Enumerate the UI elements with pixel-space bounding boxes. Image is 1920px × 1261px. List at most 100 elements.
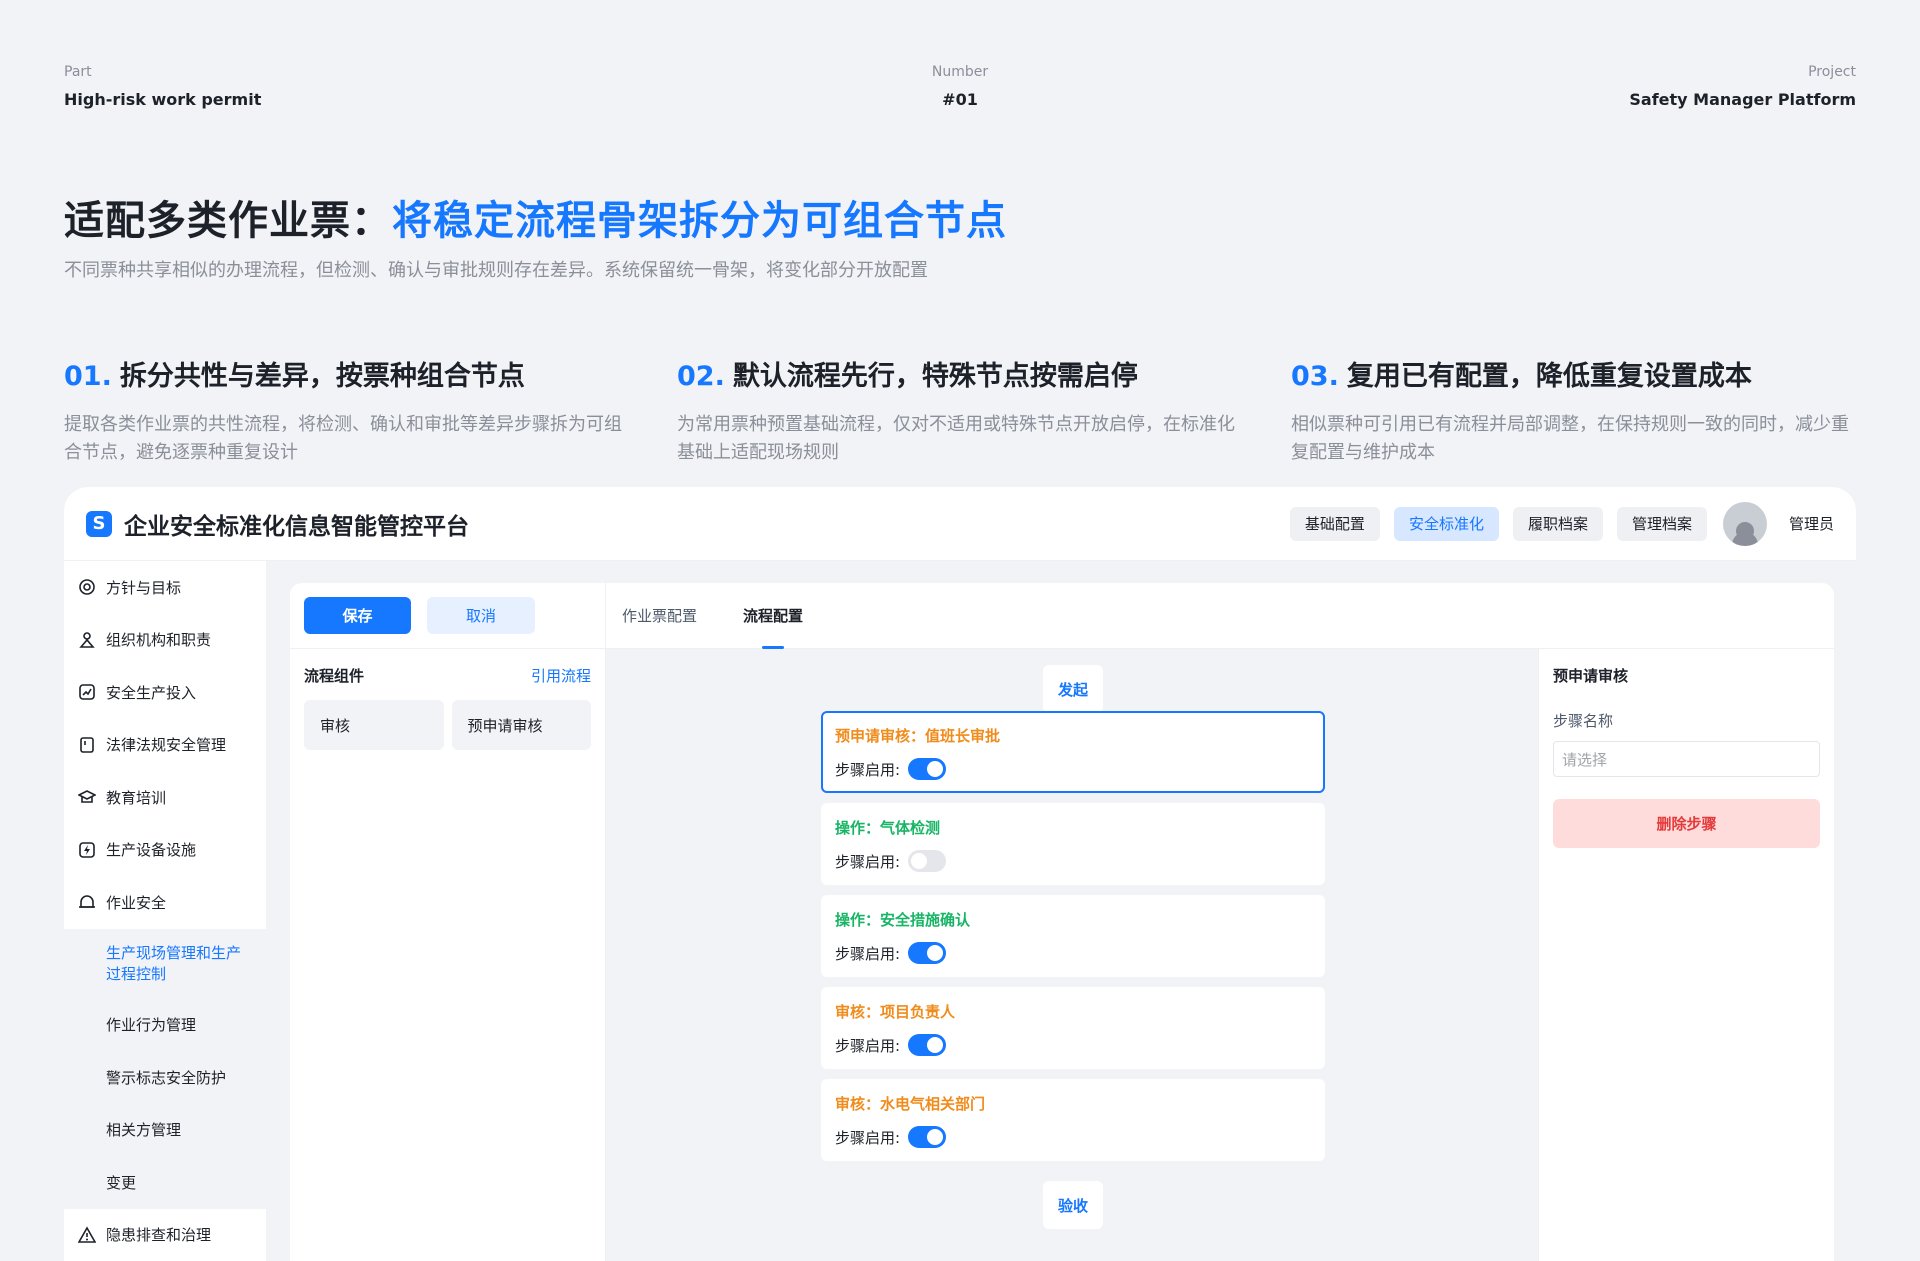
device-icon [78, 841, 96, 859]
meta-part-value: High-risk work permit [64, 90, 262, 109]
delete-step-button[interactable]: 删除步骤 [1553, 799, 1820, 848]
flow-start-node[interactable]: 发起 [1043, 665, 1103, 713]
sidebar-subitem-site-management[interactable]: 生产现场管理和生产过程控制 [64, 929, 266, 999]
step-toggle-row: 步骤启用: [835, 850, 1311, 872]
meta-number: Number #01 [900, 64, 1020, 109]
component-list: 审核 预申请审核 [290, 686, 605, 750]
step-enable-toggle[interactable] [908, 1126, 947, 1148]
chart-icon [78, 683, 96, 701]
meta-number-value: #01 [942, 90, 978, 109]
step-toggle-row: 步骤启用: [835, 758, 1311, 780]
step-enable-toggle[interactable] [908, 758, 947, 780]
step-title: 操作：安全措施确认 [835, 911, 971, 929]
warning-icon [78, 1226, 96, 1244]
flow-step[interactable]: 预申请审核：值班长审批 步骤启用: [821, 711, 1325, 793]
nav-safety-standardization[interactable]: 安全标准化 [1393, 506, 1499, 541]
sidebar-subitem-warning-signs[interactable]: 警示标志安全防护 [64, 1051, 266, 1104]
sidebar-item-label: 安全生产投入 [106, 683, 197, 702]
meta-project-value: Safety Manager Platform [1629, 90, 1856, 109]
panel-title: 预申请审核 [1553, 667, 1629, 685]
feature-number: 02. [677, 361, 725, 392]
feature-title-text: 默认流程先行，特殊节点按需启停 [732, 361, 1138, 392]
app-title: 企业安全标准化信息智能管控平台 [124, 513, 469, 540]
cancel-button[interactable]: 取消 [427, 597, 535, 634]
app-logo-icon: S [86, 510, 112, 537]
save-button[interactable]: 保存 [304, 597, 411, 634]
flow-step[interactable]: 操作：气体检测 步骤启用: [821, 803, 1325, 885]
headline-highlight: 将稳定流程骨架拆分为可组合节点 [392, 198, 1007, 244]
nav-duty-records[interactable]: 履职档案 [1512, 506, 1603, 541]
step-enable-toggle[interactable] [908, 942, 947, 964]
sidebar-item-hazard[interactable]: 隐患排查和治理 [64, 1209, 266, 1261]
step-toggle-label: 步骤启用: [835, 944, 901, 963]
step-title: 审核：水电气相关部门 [835, 1095, 986, 1113]
step-name-select[interactable]: 请选择 [1553, 741, 1820, 777]
step-enable-toggle[interactable] [908, 1034, 947, 1056]
step-toggle-label: 步骤启用: [835, 852, 901, 871]
avatar[interactable] [1722, 501, 1767, 546]
sidebar-item-law[interactable]: 法律法规安全管理 [64, 719, 266, 772]
feature-number: 01. [64, 361, 112, 392]
nav-management-records[interactable]: 管理档案 [1616, 506, 1707, 541]
component-header: 流程组件 引用流程 [290, 649, 605, 686]
flow-step[interactable]: 操作：安全措施确认 步骤启用: [821, 895, 1325, 977]
sidebar-item-work-safety[interactable]: 作业安全 [64, 876, 266, 929]
sidebar-item-investment[interactable]: 安全生产投入 [64, 666, 266, 719]
sidebar-item-label: 生产设备设施 [106, 841, 197, 860]
component-title: 流程组件 [304, 667, 365, 685]
top-nav: 基础配置 安全标准化 履职档案 管理档案 管理员 [1289, 501, 1834, 546]
sidebar-subitem-behavior[interactable]: 作业行为管理 [64, 999, 266, 1052]
page-subline: 不同票种共享相似的办理流程，但检测、确认与审批规则存在差异。系统保留统一骨架，将… [64, 260, 928, 281]
sidebar-item-label: 隐患排查和治理 [106, 1226, 212, 1245]
tab-flow-config[interactable]: 流程配置 [743, 583, 803, 649]
meta-project-key: Project [1808, 64, 1856, 80]
feature-desc: 相似票种可引用已有流程并局部调整，在保持规则一致的同时，减少重复配置与维护成本 [1291, 414, 1849, 463]
meta-number-key: Number [931, 64, 989, 80]
component-pre-review[interactable]: 预申请审核 [451, 700, 591, 750]
sidebar-item-equipment[interactable]: 生产设备设施 [64, 824, 266, 877]
tab-permit-config[interactable]: 作业票配置 [622, 583, 697, 649]
sidebar-submenu: 生产现场管理和生产过程控制 作业行为管理 警示标志安全防护 相关方管理 变更 [64, 928, 266, 1209]
sidebar-item-training[interactable]: 教育培训 [64, 771, 266, 824]
page-headline: 适配多类作业票：将稳定流程骨架拆分为可组合节点 [64, 188, 1007, 246]
step-toggle-row: 步骤启用: [835, 1126, 1311, 1148]
app-topbar: S 企业安全标准化信息智能管控平台 基础配置 安全标准化 履职档案 管理档案 管… [64, 487, 1856, 561]
helmet-icon [78, 893, 96, 911]
step-toggle-label: 步骤启用: [835, 760, 901, 779]
sidebar-item-label: 教育培训 [106, 788, 167, 807]
step-enable-toggle[interactable] [908, 850, 947, 872]
target-icon [78, 578, 96, 596]
flow-end-node[interactable]: 验收 [1043, 1181, 1103, 1229]
step-toggle-label: 步骤启用: [835, 1128, 901, 1147]
feature-03: 03. 复用已有配置，降低重复设置成本 相似票种可引用已有流程并局部调整，在保持规… [1291, 354, 1861, 467]
feature-02: 02. 默认流程先行，特殊节点按需启停 为常用票种预置基础流程，仅对不适用或特殊节… [677, 354, 1247, 467]
flow-step[interactable]: 审核：水电气相关部门 步骤启用: [821, 1079, 1325, 1161]
meta-project: Project Safety Manager Platform [1629, 64, 1856, 109]
step-name-label: 步骤名称 [1553, 712, 1614, 730]
sidebar-item-org[interactable]: 组织机构和职责 [64, 614, 266, 667]
reference-flow-link[interactable]: 引用流程 [531, 665, 591, 686]
sidebar-subitem-change[interactable]: 变更 [64, 1156, 266, 1209]
step-title: 操作：气体检测 [835, 819, 941, 837]
feature-title-text: 拆分共性与差异，按票种组合节点 [119, 361, 525, 392]
sidebar-item-policy[interactable]: 方针与目标 [64, 561, 266, 614]
flow-canvas: 发起 预申请审核：值班长审批 步骤启用: 操作：气体检测 步骤启用: 操作：安全… [606, 649, 1538, 1261]
step-property-panel: 预申请审核 步骤名称 请选择 删除步骤 [1538, 649, 1834, 1261]
book-icon [78, 736, 96, 754]
feature-title: 01. 拆分共性与差异，按票种组合节点 [64, 354, 634, 393]
step-title: 预申请审核：值班长审批 [835, 727, 1001, 745]
feature-01: 01. 拆分共性与差异，按票种组合节点 提取各类作业票的共性流程，将检测、确认和审… [64, 354, 634, 467]
sidebar-subitem-related-parties[interactable]: 相关方管理 [64, 1104, 266, 1157]
component-review[interactable]: 审核 [304, 700, 444, 750]
feature-desc: 为常用票种预置基础流程，仅对不适用或特殊节点开放启停，在标准化基础上适配现场规则 [677, 414, 1235, 463]
sidebar-item-label: 作业安全 [106, 893, 167, 912]
action-toolbar: 保存 取消 [290, 583, 605, 649]
main-content: 保存 取消 流程组件 引用流程 审核 预申请审核 作业票配置 流程配置 发起 预… [290, 583, 1834, 1261]
step-title: 审核：项目负责人 [835, 1003, 956, 1021]
nav-basic-config[interactable]: 基础配置 [1289, 506, 1380, 541]
flow-step[interactable]: 审核：项目负责人 步骤启用: [821, 987, 1325, 1069]
headline-prefix: 适配多类作业票： [64, 198, 392, 244]
username[interactable]: 管理员 [1789, 513, 1834, 534]
tab-bar: 作业票配置 流程配置 [606, 583, 1834, 649]
sidebar: 方针与目标 组织机构和职责 安全生产投入 法律法规安全管理 教育培训 生产设备设… [64, 561, 266, 1261]
